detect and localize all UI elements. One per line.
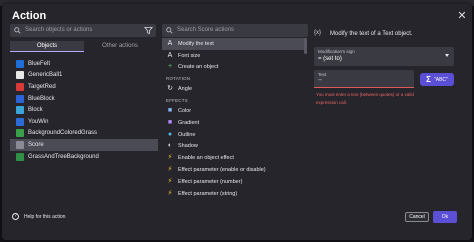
action-label: Effect parameter (number) bbox=[178, 178, 243, 185]
effect-bolt-icon: ⚡ bbox=[167, 154, 173, 162]
action-list-item[interactable]: ⚡ Effect parameter (number) bbox=[162, 176, 306, 188]
action-group-header: ROTATION bbox=[166, 75, 191, 81]
object-thumbnail-icon bbox=[16, 140, 24, 149]
object-list-item[interactable]: YouWin bbox=[10, 116, 158, 128]
color-icon: ■ bbox=[167, 107, 173, 115]
search-icon bbox=[14, 27, 21, 34]
action-label: Angle bbox=[178, 86, 193, 93]
search-actions-input[interactable]: Search Score actions bbox=[162, 24, 308, 37]
action-label: Shadow bbox=[178, 143, 198, 150]
action-label: Enable an object effect bbox=[178, 155, 234, 162]
object-label: TargetRed bbox=[28, 83, 56, 90]
action-group-header: EFFECTS bbox=[166, 97, 188, 103]
search-icon bbox=[166, 27, 173, 34]
object-list-item[interactable]: BlueBlock bbox=[10, 93, 158, 105]
object-list-item[interactable]: BackgroundColoredGrass bbox=[10, 128, 158, 140]
object-label: GenericBall1 bbox=[28, 72, 63, 79]
effect-bolt-icon: ⚡ bbox=[167, 166, 173, 174]
search-objects-placeholder: Search objects or actions bbox=[25, 27, 93, 33]
help-label: Help for this action bbox=[24, 213, 66, 220]
action-label: Gradient bbox=[178, 119, 200, 126]
action-list-item[interactable]: ■ Gradient bbox=[162, 117, 306, 129]
modification-sign-select[interactable]: Modification's sign = (set to) bbox=[314, 47, 454, 66]
expression-editor-button[interactable]: Σ "ABC" bbox=[420, 73, 454, 86]
angle-icon: ↻ bbox=[167, 85, 173, 93]
text-object-icon: {x} bbox=[314, 30, 322, 36]
action-label: Font size bbox=[178, 52, 201, 59]
action-label: Create an object bbox=[178, 64, 219, 71]
object-label: Block bbox=[28, 107, 43, 114]
text-field-error: You must enter a text (between quotes) o… bbox=[316, 92, 414, 105]
object-thumbnail-icon bbox=[16, 82, 24, 91]
dialog-title: Action bbox=[12, 10, 47, 22]
action-list-item[interactable]: + Create an object bbox=[162, 62, 306, 74]
object-thumbnail-icon bbox=[16, 59, 24, 68]
action-list-item[interactable]: ■ Color bbox=[162, 105, 306, 117]
description-text: Modify the text of a Text object. bbox=[330, 31, 413, 37]
action-list-scrollbar[interactable] bbox=[304, 38, 307, 54]
sigma-icon: Σ bbox=[426, 75, 431, 84]
text-field-label: Text bbox=[318, 72, 327, 77]
text-parameter-field[interactable]: Text "" bbox=[314, 70, 414, 88]
modification-sign-label: Modification's sign bbox=[318, 49, 355, 54]
action-list-item[interactable]: ↻ Angle bbox=[162, 83, 306, 95]
search-objects-input[interactable]: Search objects or actions bbox=[10, 24, 156, 37]
object-list-item[interactable]: TargetRed bbox=[10, 81, 158, 93]
object-tabs: Objects Other actions bbox=[10, 41, 156, 52]
shadow-icon: ◐ bbox=[167, 142, 173, 150]
object-label: Score bbox=[28, 141, 44, 148]
object-label: YouWin bbox=[28, 118, 49, 125]
action-label: Effect parameter (string) bbox=[178, 190, 238, 197]
action-list-item[interactable]: A Modify the text bbox=[162, 38, 306, 50]
object-thumbnail-icon bbox=[16, 71, 24, 80]
object-label: GrassAndTreeBackground bbox=[28, 153, 99, 160]
action-description: {x} Modify the text of a Text object. bbox=[314, 30, 413, 38]
object-list-item[interactable]: GenericBall1 bbox=[10, 70, 158, 82]
search-actions-placeholder: Search Score actions bbox=[177, 27, 235, 33]
object-list-item[interactable]: Score bbox=[10, 139, 158, 151]
object-thumbnail-icon bbox=[16, 129, 24, 138]
object-thumbnail-icon bbox=[16, 94, 24, 103]
ok-button[interactable]: Ok bbox=[433, 211, 457, 223]
action-list-item[interactable]: ⚡ Effect parameter (enable or disable) bbox=[162, 164, 306, 176]
action-list-item[interactable]: ◐ Shadow bbox=[162, 141, 306, 153]
filter-icon[interactable] bbox=[144, 26, 153, 35]
object-list: BlueFelt GenericBall1 TargetRed BlueBlock Bl… bbox=[10, 58, 158, 208]
action-list-item[interactable]: A Font size bbox=[162, 50, 306, 62]
action-label: Effect parameter (enable or disable) bbox=[178, 167, 266, 174]
object-thumbnail-icon bbox=[16, 106, 24, 115]
help-link[interactable]: ? Help for this action bbox=[12, 213, 65, 220]
object-label: BlueFelt bbox=[28, 60, 51, 67]
cancel-button[interactable]: Cancel bbox=[405, 212, 429, 222]
action-list-item[interactable]: ⚡ Effect parameter (string) bbox=[162, 188, 306, 200]
action-list-item[interactable]: ● Outline bbox=[162, 129, 306, 141]
object-thumbnail-icon bbox=[16, 117, 24, 126]
object-list-item[interactable]: GrassAndTreeBackground bbox=[10, 151, 158, 163]
close-icon[interactable]: ✕ bbox=[456, 10, 468, 22]
gradient-icon: ■ bbox=[167, 118, 173, 126]
object-thumbnail-icon bbox=[16, 152, 24, 161]
action-list: A Modify the text A Font size + Create an obj… bbox=[162, 38, 306, 205]
object-list-item[interactable]: Block bbox=[10, 104, 158, 116]
action-label: Modify the text bbox=[178, 40, 214, 47]
object-label: BlueBlock bbox=[28, 95, 55, 102]
chevron-down-icon bbox=[445, 54, 449, 57]
object-list-item[interactable]: BlueFelt bbox=[10, 58, 158, 70]
object-label: BackgroundColoredGrass bbox=[28, 130, 98, 137]
text-field-value: "" bbox=[318, 79, 322, 85]
action-list-item[interactable]: ⚡ Enable an object effect bbox=[162, 152, 306, 164]
effect-bolt-icon: ⚡ bbox=[167, 177, 173, 185]
create-object-icon: + bbox=[167, 63, 173, 71]
tab-other-actions[interactable]: Other actions bbox=[84, 41, 156, 52]
effect-bolt-icon: ⚡ bbox=[167, 189, 173, 197]
outline-icon: ● bbox=[167, 130, 173, 138]
help-icon: ? bbox=[12, 213, 19, 220]
action-label: Outline bbox=[178, 131, 196, 138]
action-label: Color bbox=[178, 108, 192, 115]
expression-editor-label: "ABC" bbox=[433, 76, 448, 83]
modification-sign-value: = (set to) bbox=[318, 56, 342, 62]
text-icon: A bbox=[167, 39, 173, 47]
tab-objects[interactable]: Objects bbox=[10, 41, 84, 52]
font-size-icon: A bbox=[167, 51, 173, 59]
